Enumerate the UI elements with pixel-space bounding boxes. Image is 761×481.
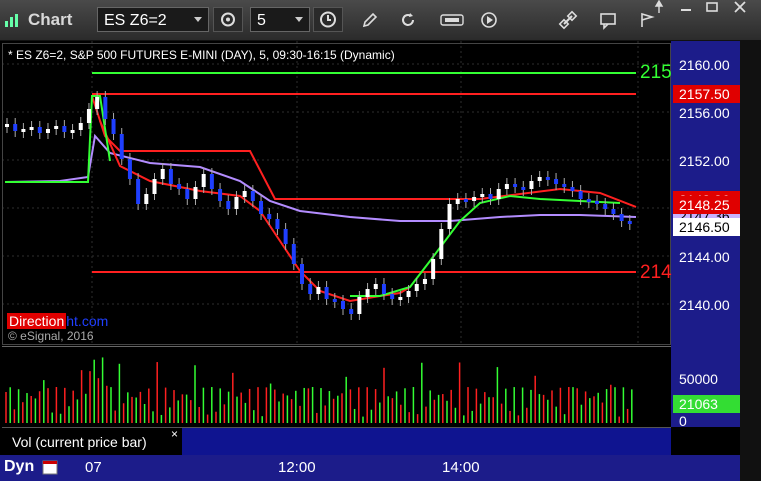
y-tick-2160: 2160.00	[679, 57, 730, 73]
y-tick-2140: 2140.00	[679, 297, 730, 313]
chart-app-icon	[5, 14, 18, 27]
watermark-a: Direction	[7, 313, 67, 329]
link-icon[interactable]	[558, 10, 578, 30]
y-tick-2152: 2152.00	[679, 153, 730, 169]
watermark: Direction ht.com	[7, 313, 108, 329]
pencil-icon[interactable]	[360, 10, 380, 30]
settings-button[interactable]	[213, 7, 243, 32]
pin-icon[interactable]	[652, 0, 666, 14]
x-tick-1200: 12:00	[278, 459, 316, 476]
vol-tick-0: 0	[679, 413, 687, 429]
time-button[interactable]	[313, 7, 343, 32]
clock-icon	[320, 11, 336, 28]
price-pane-border	[2, 43, 671, 345]
comment-icon[interactable]	[598, 10, 618, 30]
chevron-down-icon	[295, 17, 303, 22]
maximize-icon[interactable]	[704, 0, 720, 14]
time-axis[interactable]	[0, 455, 761, 481]
vol-tick-50000: 50000	[679, 371, 718, 387]
get-icon[interactable]	[440, 10, 464, 30]
volume-footer-bar	[182, 427, 671, 456]
x-tick-07: 07	[85, 459, 102, 476]
symbol-value: ES Z6=2	[104, 12, 167, 29]
minimize-icon[interactable]	[678, 0, 694, 14]
vertical-scrollbar[interactable]	[740, 41, 761, 481]
symbol-select[interactable]: ES Z6=2	[97, 7, 209, 32]
refresh-icon[interactable]	[398, 10, 418, 30]
app-title: Chart	[28, 10, 73, 29]
red-level-label: 214	[640, 262, 672, 283]
play-icon[interactable]	[479, 10, 499, 30]
dyn-label[interactable]: Dyn	[4, 458, 34, 476]
gear-icon	[221, 12, 235, 27]
volume-pane-border	[2, 346, 671, 428]
green-level-label: 215	[640, 62, 672, 83]
close-icon[interactable]: ×	[171, 427, 178, 441]
y-tick-2156: 2156.00	[679, 105, 730, 121]
close-icon[interactable]	[732, 0, 748, 14]
chart-legend: * ES Z6=2, S&P 500 FUTURES E-MINI (DAY),…	[8, 48, 395, 62]
x-tick-1400: 14:00	[442, 459, 480, 476]
interval-value: 5	[257, 12, 266, 29]
watermark-b: ht.com	[66, 313, 109, 329]
copyright: © eSignal, 2016	[8, 329, 94, 343]
volume-label: Vol (current price bar)	[2, 427, 182, 455]
y-tick-2144: 2144.00	[679, 249, 730, 265]
chevron-down-icon	[194, 17, 202, 22]
interval-select[interactable]: 5	[250, 7, 310, 32]
toolbar: Chart ES Z6=2 5	[0, 0, 761, 41]
calendar-icon[interactable]	[42, 459, 58, 475]
